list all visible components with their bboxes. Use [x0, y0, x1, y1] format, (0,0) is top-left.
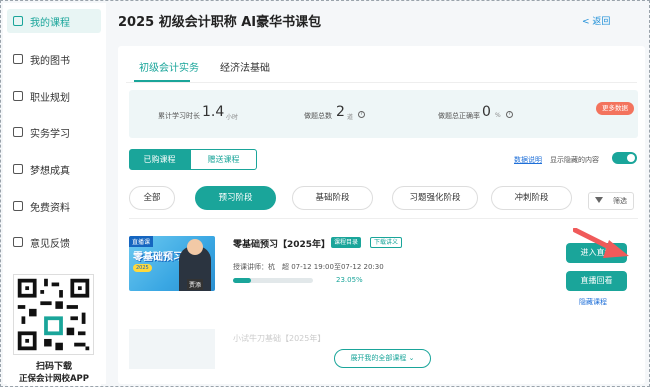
expand-label: 展开我的全部课程: [350, 354, 407, 362]
sidebar-item-label: 我的图书: [30, 55, 70, 67]
app-qr-panel: 扫码下载 正保会计网校APP: [7, 270, 101, 386]
toggle-knob: [627, 154, 635, 162]
stage-all[interactable]: 全部: [129, 186, 175, 210]
sidebar-item-practice[interactable]: 实务学习: [7, 120, 101, 144]
thumb-title: 零基础预习: [133, 252, 183, 263]
monitor-icon: [13, 127, 23, 137]
sidebar-item-my-books[interactable]: 我的图书: [7, 47, 101, 71]
tab-economic-law[interactable]: 经济法基础: [220, 59, 270, 74]
sidebar: 我的课程 我的图书 职业规划 实务学习 梦想成真 免费资料 意见反馈 扫码下载 …: [3, 3, 106, 386]
course-title[interactable]: 零基础预习【2025年】: [233, 237, 330, 250]
download-handout-badge[interactable]: 下载讲义: [370, 237, 403, 248]
questions-value: 2: [336, 104, 345, 120]
rocket-icon: [13, 164, 23, 174]
stage-basic[interactable]: 基础阶段: [292, 186, 373, 210]
qr-caption: 扫码下载: [35, 362, 72, 372]
stage-exercise[interactable]: 习题强化阶段: [392, 186, 478, 210]
mail-icon: [13, 237, 23, 247]
expand-all-courses-button[interactable]: 展开我的全部课程 ⌄: [334, 349, 431, 368]
sidebar-item-career-plan[interactable]: 职业规划: [7, 84, 101, 108]
show-hidden-label: 显示隐藏的内容: [550, 156, 599, 164]
live-replay-button[interactable]: 直播回看: [566, 271, 627, 291]
divider: [129, 218, 638, 219]
study-time-unit: 小时: [226, 114, 239, 121]
course-thumbnail[interactable]: 直播课 零基础预习 2025 贾添: [129, 236, 215, 291]
course-catalog-badge[interactable]: 课程目录: [331, 237, 362, 248]
help-icon[interactable]: ?: [358, 111, 365, 118]
filter-label: 筛选: [613, 197, 627, 205]
sidebar-item-label: 实务学习: [30, 128, 70, 140]
thumb-subtag: 2025: [133, 264, 152, 272]
sidebar-item-label: 职业规划: [30, 92, 70, 104]
course-teacher-time: 授课讲师：杭 超 07-12 19:00至07-12 20:30: [233, 263, 384, 271]
qr-code-image: [13, 274, 94, 355]
filter-button[interactable]: 筛选: [588, 192, 634, 210]
questions-label: 做题总数: [304, 112, 332, 120]
course-progress-bar: [233, 278, 313, 283]
questions-unit: 道: [347, 114, 354, 121]
folder-icon: [13, 201, 23, 211]
back-link[interactable]: < 返回: [582, 14, 610, 27]
stage-sprint[interactable]: 冲刺阶段: [491, 186, 572, 210]
hide-course-link[interactable]: 隐藏课程: [579, 297, 607, 307]
sidebar-item-label: 意见反馈: [30, 238, 70, 250]
study-time-value: 1.4: [202, 104, 225, 120]
page-title: 2025 初级会计职称 AI豪华书课包: [118, 15, 322, 30]
study-stats-panel: 累计学习时长 1.4 小时 做题总数 2 道 ? 做题总正确率 0 % ? 更多…: [129, 90, 638, 138]
tab-accounting-practice[interactable]: 初级会计实务: [139, 59, 199, 74]
course-icon: [13, 16, 23, 26]
help-icon[interactable]: ?: [506, 111, 513, 118]
next-course-title: 小试牛刀基础【2025年】: [233, 334, 326, 343]
chevron-down-icon: ⌄: [408, 354, 415, 362]
sidebar-item-dream[interactable]: 梦想成真: [7, 157, 101, 181]
study-time-label: 累计学习时长: [158, 112, 200, 120]
qr-app-name: 正保会计网校APP: [18, 374, 90, 384]
thumb-tag: 直播课: [129, 236, 154, 247]
sidebar-item-label: 梦想成真: [30, 165, 70, 177]
accuracy-label: 做题总正确率: [438, 112, 480, 120]
sidebar-item-label: 免费资料: [30, 202, 70, 214]
tab-divider: [126, 82, 637, 83]
filter-icon: [595, 197, 603, 203]
more-data-button[interactable]: 更多数据: [596, 102, 634, 115]
thumb-teacher-name: 贾添: [187, 279, 204, 290]
sidebar-item-label: 我的课程: [30, 17, 70, 29]
main-panel: 初级会计实务 经济法基础 累计学习时长 1.4 小时 做题总数 2 道 ? 做题…: [118, 46, 645, 384]
sidebar-item-my-courses[interactable]: 我的课程: [7, 9, 101, 33]
tab-bought-courses[interactable]: 已购课程: [129, 149, 190, 170]
sidebar-item-free-materials[interactable]: 免费资料: [7, 194, 101, 218]
data-explain-link[interactable]: 数据说明: [514, 155, 542, 165]
sidebar-item-feedback[interactable]: 意见反馈: [7, 230, 101, 254]
course-progress-text: 23.05%: [336, 276, 363, 284]
plan-icon: [13, 91, 23, 101]
next-course-thumbnail: [129, 329, 215, 369]
annotation-arrow: [573, 228, 629, 258]
book-icon: [13, 54, 23, 64]
teacher-head: [187, 239, 203, 255]
tab-gifted-courses[interactable]: 赠送课程: [190, 149, 257, 170]
accuracy-unit: %: [495, 112, 501, 119]
accuracy-value: 0: [482, 104, 491, 120]
progress-fill: [233, 278, 252, 283]
show-hidden-toggle[interactable]: [612, 152, 637, 164]
stage-preview[interactable]: 预习阶段: [195, 186, 276, 210]
